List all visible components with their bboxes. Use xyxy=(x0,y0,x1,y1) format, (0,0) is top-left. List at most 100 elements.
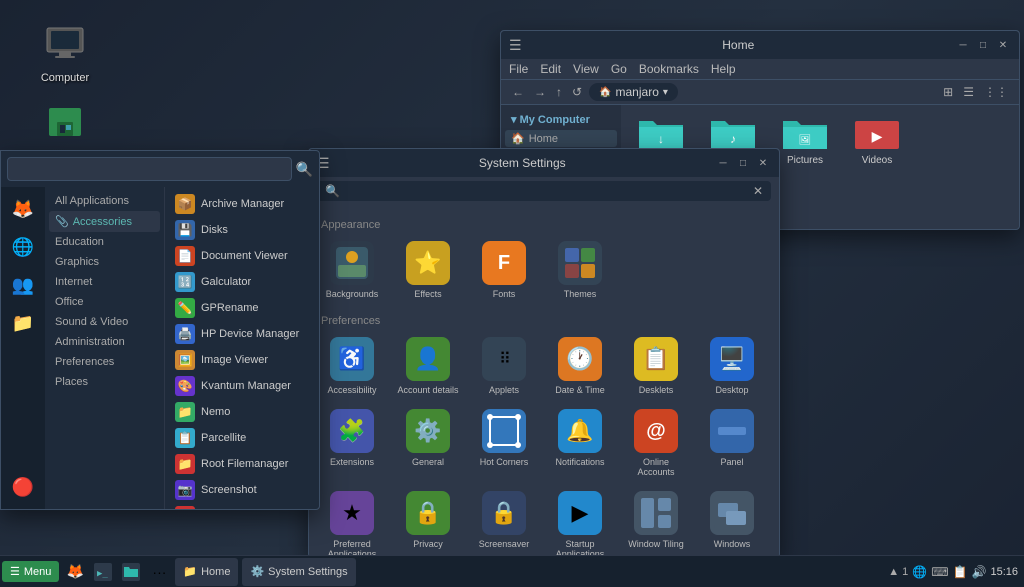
settings-startup[interactable]: ▶ Startup Applications xyxy=(545,487,615,563)
backgrounds-label: Backgrounds xyxy=(326,289,379,299)
app-document-viewer[interactable]: 📄 Document Viewer xyxy=(169,243,315,269)
category-internet[interactable]: Internet xyxy=(49,272,160,292)
category-preferences[interactable]: Preferences xyxy=(49,352,160,372)
search-clear[interactable]: ✕ xyxy=(753,184,763,198)
app-parcellite[interactable]: 📋 Parcellite xyxy=(169,425,315,451)
app-screenshot[interactable]: 📷 Screenshot xyxy=(169,477,315,503)
taskbar-files[interactable] xyxy=(119,560,143,584)
back-btn[interactable]: ← xyxy=(509,84,527,100)
file-pictures[interactable]: 🖼 Pictures xyxy=(773,113,837,211)
volume-icon[interactable]: 🔊 xyxy=(972,565,987,579)
desktop-icon: 🖥️ xyxy=(710,337,754,381)
menu-file[interactable]: File xyxy=(509,62,528,76)
nemo-label: Nemo xyxy=(201,406,230,418)
menu-button[interactable]: ☰ Menu xyxy=(2,561,59,582)
app-galculator[interactable]: 🔢 Galculator xyxy=(169,269,315,295)
settings-minimize[interactable]: ─ xyxy=(715,155,731,171)
desklets-icon: 📋 xyxy=(634,337,678,381)
settings-general[interactable]: ⚙️ General xyxy=(393,405,463,481)
taskbar-settings-task[interactable]: ⚙️ System Settings xyxy=(242,558,355,586)
category-graphics[interactable]: Graphics xyxy=(49,252,160,272)
menu-edit[interactable]: Edit xyxy=(540,62,561,76)
settings-desklets[interactable]: 📋 Desklets xyxy=(621,333,691,399)
clock: 15:16 xyxy=(990,566,1018,578)
category-education[interactable]: Education xyxy=(49,232,160,252)
sidebar-users[interactable]: 👥 xyxy=(5,267,41,303)
app-user-guide[interactable]: 📕 User Guide xyxy=(169,503,315,509)
app-nemo[interactable]: 📁 Nemo xyxy=(169,399,315,425)
app-root-filemanager[interactable]: 📁 Root Filemanager xyxy=(169,451,315,477)
sidebar-home[interactable]: 🏠Home xyxy=(505,130,617,147)
taskbar-firefox[interactable]: 🦊 xyxy=(63,560,87,584)
path-bar[interactable]: 🏠 manjaro ▾ xyxy=(589,83,678,101)
settings-themes[interactable]: Themes xyxy=(545,237,615,303)
preferences-grid: ♿ Accessibility 👤 Account details ⠿ Appl… xyxy=(317,333,771,569)
category-sound-video[interactable]: Sound & Video xyxy=(49,312,160,332)
app-archive-manager[interactable]: 📦 Archive Manager xyxy=(169,191,315,217)
settings-maximize[interactable]: □ xyxy=(735,155,751,171)
settings-panel[interactable]: Panel xyxy=(697,405,767,481)
app-menu-search-icon[interactable]: 🔍 xyxy=(296,161,313,178)
network-icon[interactable]: 🌐 xyxy=(912,565,927,579)
settings-effects[interactable]: ⭐ Effects xyxy=(393,237,463,303)
category-accessories[interactable]: 📎 Accessories xyxy=(49,211,160,232)
settings-datetime[interactable]: 🕐 Date & Time xyxy=(545,333,615,399)
menu-go[interactable]: Go xyxy=(611,62,627,76)
panel-label: Panel xyxy=(720,457,743,467)
sidebar-browser[interactable]: 🌐 xyxy=(5,229,41,265)
menu-bookmarks[interactable]: Bookmarks xyxy=(639,62,699,76)
file-videos[interactable]: ▶ Videos xyxy=(845,113,909,211)
settings-window-tiling[interactable]: Window Tiling xyxy=(621,487,691,563)
taskbar-terminal[interactable]: ▶_ xyxy=(91,560,115,584)
settings-windows[interactable]: Windows xyxy=(697,487,767,563)
menu-view[interactable]: View xyxy=(573,62,599,76)
effects-icon: ⭐ xyxy=(406,241,450,285)
app-menu-search-input[interactable] xyxy=(7,157,292,181)
app-image-viewer[interactable]: 🖼️ Image Viewer xyxy=(169,347,315,373)
app-disks[interactable]: 💾 Disks xyxy=(169,217,315,243)
file-manager-close[interactable]: ✕ xyxy=(995,37,1011,53)
sidebar-power[interactable]: 🔴 xyxy=(5,469,41,505)
category-office[interactable]: Office xyxy=(49,292,160,312)
settings-applets[interactable]: ⠿ Applets xyxy=(469,333,539,399)
category-places[interactable]: Places xyxy=(49,372,160,392)
category-administration[interactable]: Administration xyxy=(49,332,160,352)
clipboard-icon[interactable]: 📋 xyxy=(953,565,968,579)
list-toggle[interactable]: ☰ xyxy=(960,84,977,100)
more-btn[interactable]: ⋮⋮ xyxy=(981,84,1011,100)
taskbar-file-manager-task[interactable]: 📁 Home xyxy=(175,558,238,586)
settings-fonts[interactable]: F Fonts xyxy=(469,237,539,303)
menu-help[interactable]: Help xyxy=(711,62,736,76)
taskbar: ☰ Menu 🦊 ▶_ ··· 📁 Home xyxy=(0,555,1024,587)
forward-btn[interactable]: → xyxy=(531,84,549,100)
app-hp-device-manager[interactable]: 🖨️ HP Device Manager xyxy=(169,321,315,347)
settings-account-details[interactable]: 👤 Account details xyxy=(393,333,463,399)
app-kvantum[interactable]: 🎨 Kvantum Manager xyxy=(169,373,315,399)
file-manager-minimize[interactable]: ─ xyxy=(955,37,971,53)
settings-backgrounds[interactable]: Backgrounds xyxy=(317,237,387,303)
sidebar-firefox[interactable]: 🦊 xyxy=(5,191,41,227)
view-toggle[interactable]: ⊞ xyxy=(940,84,956,100)
settings-notifications[interactable]: 🔔 Notifications xyxy=(545,405,615,481)
settings-preferred-apps[interactable]: ★ Preferred Applications xyxy=(317,487,387,563)
settings-hot-corners[interactable]: Hot Corners xyxy=(469,405,539,481)
root-filemanager-label: Root Filemanager xyxy=(201,458,288,470)
keyboard-icon[interactable]: ⌨ xyxy=(931,565,948,579)
panel-icon xyxy=(710,409,754,453)
up-btn[interactable]: ↑ xyxy=(553,84,565,100)
settings-screensaver[interactable]: 🔒 Screensaver xyxy=(469,487,539,563)
refresh-btn[interactable]: ↺ xyxy=(569,84,585,100)
sidebar-files[interactable]: 📁 xyxy=(5,305,41,341)
settings-search-input[interactable] xyxy=(340,184,753,198)
category-all[interactable]: All Applications xyxy=(49,191,160,211)
settings-close[interactable]: ✕ xyxy=(755,155,771,171)
settings-privacy[interactable]: 🔒 Privacy xyxy=(393,487,463,563)
settings-extensions[interactable]: 🧩 Extensions xyxy=(317,405,387,481)
app-gprename[interactable]: ✏️ GPRename xyxy=(169,295,315,321)
settings-accessibility[interactable]: ♿ Accessibility xyxy=(317,333,387,399)
settings-online-accounts[interactable]: @ Online Accounts xyxy=(621,405,691,481)
taskbar-dots[interactable]: ··· xyxy=(147,560,171,584)
settings-desktop[interactable]: 🖥️ Desktop xyxy=(697,333,767,399)
file-manager-maximize[interactable]: □ xyxy=(975,37,991,53)
desktop-icon-computer[interactable]: Computer xyxy=(25,20,105,84)
